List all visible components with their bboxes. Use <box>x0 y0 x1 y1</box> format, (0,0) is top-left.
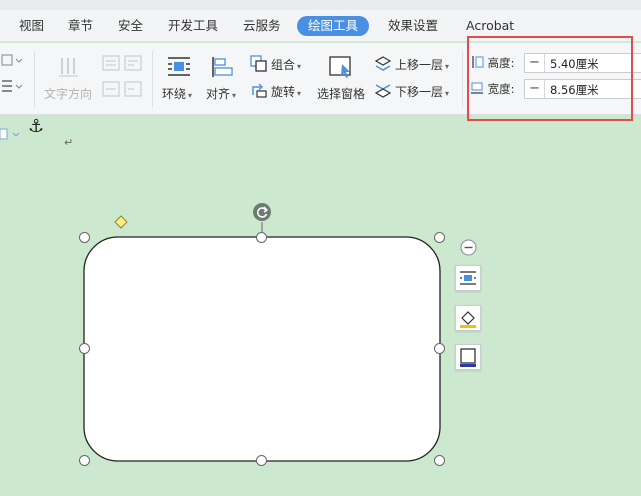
text-direction-icon[interactable] <box>56 55 82 79</box>
tab-effect-settings[interactable]: 效果设置 <box>388 16 438 36</box>
resize-handle-bottom-right[interactable] <box>434 455 445 466</box>
wrap-caret-icon: ▾ <box>188 91 193 100</box>
resize-handle-top-right[interactable] <box>434 232 445 243</box>
tab-view[interactable]: 视图 <box>19 16 44 36</box>
ribbon-separator <box>152 51 153 107</box>
group-icon <box>250 55 267 72</box>
title-strip <box>0 0 641 10</box>
selection-pane-icon[interactable] <box>328 55 354 79</box>
tab-drawing-tools[interactable]: 绘图工具 <box>297 16 370 36</box>
resize-handle-top[interactable] <box>256 232 267 243</box>
resize-handle-bottom-left[interactable] <box>79 455 90 466</box>
group-button[interactable]: 组合 ▾ <box>271 56 301 73</box>
tab-cloud-services[interactable]: 云服务 <box>243 16 281 36</box>
paragraph-mark: ↵ <box>64 136 74 149</box>
paragraph-list-icon[interactable] <box>0 77 24 95</box>
resize-handle-bottom[interactable] <box>256 455 267 466</box>
align-caret-icon: ▾ <box>232 91 237 100</box>
resize-handle-right[interactable] <box>434 343 445 354</box>
send-backward-button[interactable]: 下移一层 ▾ <box>395 83 449 100</box>
text-direction-label[interactable]: 文字方向 <box>44 85 92 102</box>
shape-outline-icon <box>460 348 476 367</box>
paint-bucket-icon <box>460 311 476 328</box>
adjustment-handle[interactable] <box>114 215 128 229</box>
wrap-label: 环绕 <box>162 87 187 101</box>
rotate-label: 旋转 <box>271 85 296 99</box>
group-label: 组合 <box>271 58 296 72</box>
tab-acrobat[interactable]: Acrobat <box>466 16 514 36</box>
wrap-button[interactable]: 环绕 ▾ <box>162 85 192 102</box>
rounded-rectangle-shape[interactable] <box>83 236 441 462</box>
layout-options-icon[interactable] <box>0 128 22 142</box>
send-backward-icon <box>374 84 392 98</box>
shape-style-icon[interactable] <box>0 51 24 69</box>
ribbon-separator <box>34 51 35 107</box>
rotate-icon <box>252 83 267 98</box>
align-icon[interactable] <box>210 55 236 79</box>
tab-security[interactable]: 安全 <box>118 16 143 36</box>
resize-handle-top-left[interactable] <box>79 232 90 243</box>
rotate-caret-icon: ▾ <box>297 89 302 98</box>
text-box-link-icon[interactable] <box>102 81 120 97</box>
align-label: 对齐 <box>206 87 231 101</box>
rotate-handle-icon[interactable] <box>252 202 272 222</box>
text-box-break-icon[interactable] <box>124 81 142 97</box>
wrap-text-icon <box>460 271 476 285</box>
rotate-button[interactable]: 旋转 ▾ <box>271 83 301 100</box>
collapse-toolbar-icon[interactable] <box>460 239 477 256</box>
outline-style-button[interactable] <box>455 344 481 370</box>
size-highlight-box <box>467 36 633 121</box>
tab-chapter[interactable]: 章节 <box>68 16 93 36</box>
ribbon-separator <box>462 51 463 107</box>
bring-forward-label: 上移一层 <box>395 58 444 72</box>
fill-style-button[interactable] <box>455 305 481 331</box>
align-button[interactable]: 对齐 ▾ <box>206 85 236 102</box>
resize-handle-left[interactable] <box>79 343 90 354</box>
tab-developer-tools[interactable]: 开发工具 <box>168 16 218 36</box>
send-backward-label: 下移一层 <box>395 85 444 99</box>
bring-forward-icon <box>374 56 392 71</box>
document-canvas: ⚓ ↵ <box>0 116 641 496</box>
text-box-align-icon[interactable] <box>124 55 142 71</box>
selection-pane-label[interactable]: 选择窗格 <box>317 85 365 102</box>
wrap-text-icon[interactable] <box>166 55 192 79</box>
text-box-icon[interactable] <box>102 55 120 71</box>
group-caret-icon: ▾ <box>297 62 302 71</box>
wrap-options-button[interactable] <box>455 265 481 291</box>
send-backward-caret-icon: ▾ <box>445 89 450 98</box>
bring-forward-button[interactable]: 上移一层 ▾ <box>395 56 449 73</box>
bring-forward-caret-icon: ▾ <box>445 62 450 71</box>
anchor-icon[interactable]: ⚓ <box>28 117 44 137</box>
